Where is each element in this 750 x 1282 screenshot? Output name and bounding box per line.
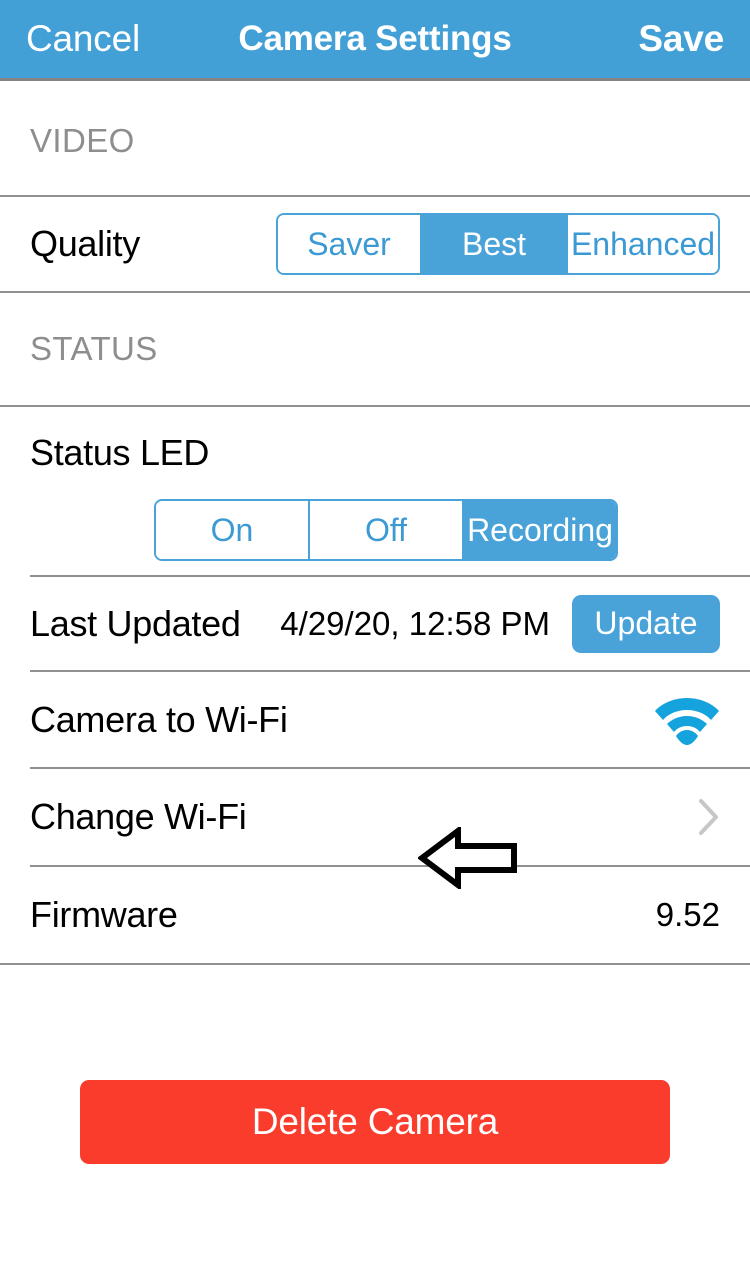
separator <box>0 291 750 293</box>
quality-label: Quality <box>30 223 140 264</box>
row-quality: Quality Saver Best Enhanced <box>0 197 750 291</box>
quality-option-enhanced[interactable]: Enhanced <box>568 215 718 273</box>
firmware-value: 9.52 <box>655 896 720 933</box>
save-button[interactable]: Save <box>638 18 724 60</box>
delete-button-wrap: Delete Camera <box>0 1080 750 1164</box>
navbar-bottom-border <box>0 78 750 81</box>
update-button[interactable]: Update <box>572 594 720 653</box>
quality-segmented-control[interactable]: Saver Best Enhanced <box>276 213 720 275</box>
camera-to-wifi-label: Camera to Wi-Fi <box>30 698 288 740</box>
status-led-label: Status LED <box>30 432 210 473</box>
chevron-right-icon <box>698 798 720 836</box>
last-updated-label: Last Updated <box>30 602 241 644</box>
quality-option-best[interactable]: Best <box>422 215 568 273</box>
status-led-option-on[interactable]: On <box>156 501 310 559</box>
section-header-video: VIDEO <box>30 122 135 159</box>
navigation-bar: Cancel Camera Settings Save <box>0 0 750 78</box>
status-led-control-wrap: On Off Recording <box>30 499 720 575</box>
cancel-button[interactable]: Cancel <box>26 18 140 60</box>
row-change-wifi[interactable]: Change Wi-Fi <box>0 769 750 865</box>
row-camera-to-wifi[interactable]: Camera to Wi-Fi <box>0 672 750 767</box>
delete-camera-button[interactable]: Delete Camera <box>80 1080 670 1164</box>
row-firmware: Firmware 9.52 <box>0 867 750 963</box>
row-status-led: Status LED On Off Recording <box>0 407 750 575</box>
separator <box>0 963 750 965</box>
section-header-status: STATUS <box>30 330 158 367</box>
quality-option-saver[interactable]: Saver <box>278 215 422 273</box>
status-led-option-off[interactable]: Off <box>310 501 464 559</box>
row-last-updated: Last Updated 4/29/20, 12:58 PM Update <box>0 577 750 670</box>
last-updated-value: 4/29/20, 12:58 PM <box>280 604 550 642</box>
wifi-icon <box>654 694 720 746</box>
separator <box>0 405 750 407</box>
status-led-option-recording[interactable]: Recording <box>464 501 616 559</box>
change-wifi-label: Change Wi-Fi <box>30 796 247 837</box>
status-led-segmented-control[interactable]: On Off Recording <box>154 499 618 561</box>
firmware-label: Firmware <box>30 894 178 935</box>
